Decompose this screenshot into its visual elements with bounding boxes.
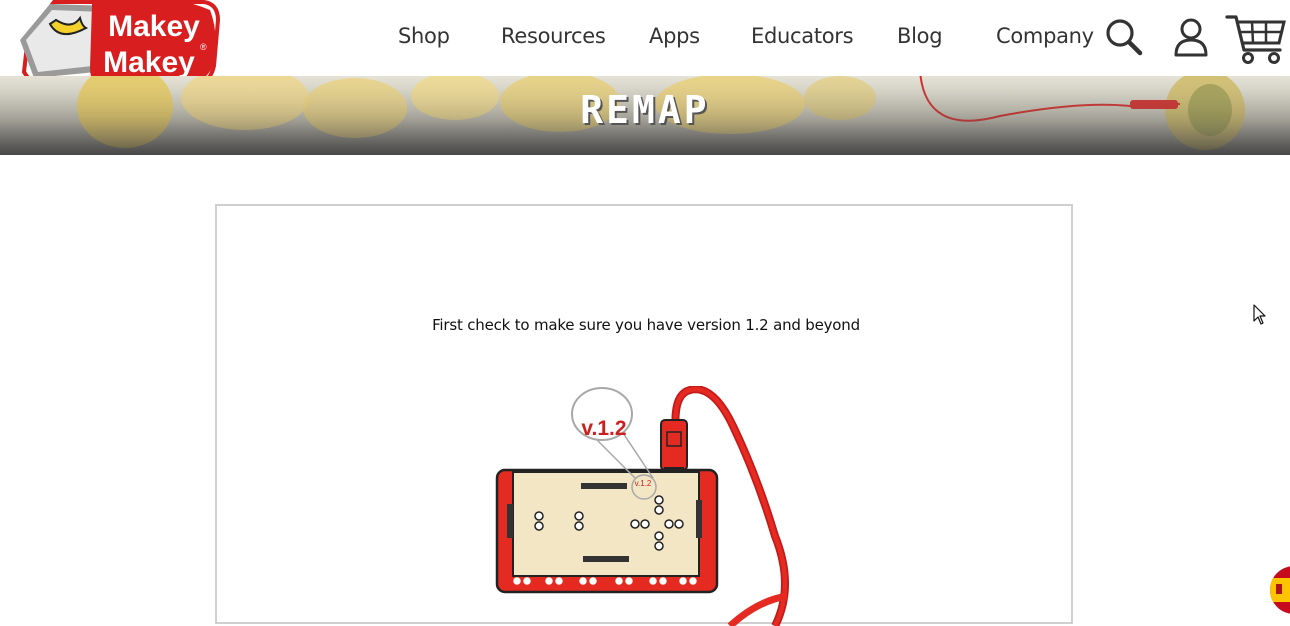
spain-flag-icon[interactable] (1268, 566, 1290, 618)
search-icon[interactable] (1104, 17, 1146, 63)
version-board-label: v.1.2 (634, 479, 652, 488)
page-title: REMAP (580, 88, 710, 132)
svg-text:Makey: Makey (108, 10, 200, 43)
nav-company[interactable]: Company (996, 22, 1094, 50)
nav-blog[interactable]: Blog (897, 22, 943, 50)
makey-makey-board-illustration (495, 386, 789, 626)
nav-educators[interactable]: Educators (751, 22, 854, 50)
nav-apps[interactable]: Apps (649, 22, 700, 50)
nav-resources[interactable]: Resources (501, 22, 606, 50)
page-banner: REMAP (0, 76, 1290, 155)
account-icon[interactable] (1171, 16, 1211, 62)
svg-text:®: ® (200, 42, 207, 52)
mouse-cursor-icon (1253, 304, 1267, 330)
cart-icon[interactable] (1224, 12, 1288, 70)
intro-text: First check to make sure you have versio… (432, 316, 860, 334)
nav-shop[interactable]: Shop (398, 22, 450, 50)
content-card: First check to make sure you have versio… (215, 204, 1073, 626)
svg-text:Makey: Makey (103, 46, 195, 79)
version-callout-label: v.1.2 (581, 417, 627, 440)
site-header: Makey Makey ® Shop Resources Apps Educat… (0, 0, 1290, 90)
